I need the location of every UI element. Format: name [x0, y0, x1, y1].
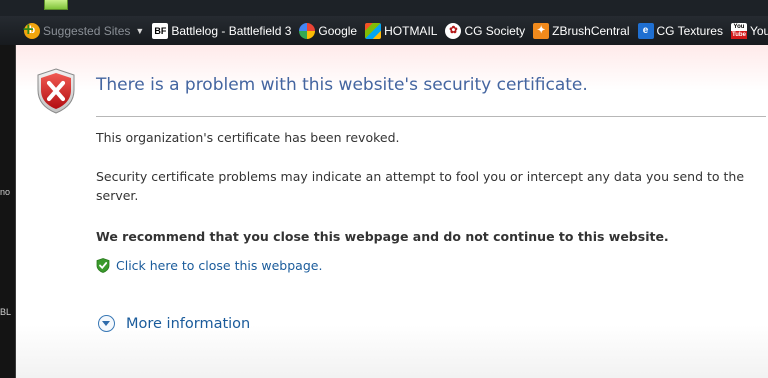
more-information-toggle[interactable]: More information — [98, 315, 250, 332]
cgsociety-icon: ✿ — [445, 22, 462, 39]
youtube-icon-top: You — [733, 23, 745, 30]
favorite-google[interactable]: Google — [299, 22, 358, 39]
google-icon — [299, 22, 316, 39]
title-divider — [96, 116, 766, 117]
close-webpage-link[interactable]: Click here to close this webpage. — [116, 258, 322, 273]
expand-chevron-icon[interactable] — [98, 315, 115, 332]
page-title: There is a problem with this website's s… — [96, 75, 588, 95]
youtube-icon: You Tube — [730, 22, 747, 39]
favorite-suggested-sites[interactable]: b Suggested Sites ▼ — [24, 22, 144, 39]
favorite-label: CG Textures — [656, 23, 723, 38]
favorite-hotmail[interactable]: HOTMAIL — [365, 22, 438, 39]
youtube-icon-bottom: Tube — [730, 30, 747, 39]
revoked-message: This organization's certificate has been… — [96, 130, 400, 145]
favorites-bar: b Suggested Sites ▼ BF Battlelog - Battl… — [0, 16, 768, 45]
favorite-label: YouTube — [749, 23, 768, 38]
recommendation-text: We recommend that you close this webpage… — [96, 229, 669, 244]
error-shield-icon — [37, 68, 75, 114]
window-top-strip — [0, 0, 768, 16]
favorite-youtube[interactable]: YouTube YouTube — [730, 22, 768, 39]
favorite-label: HOTMAIL — [384, 23, 438, 38]
battlefield-icon: BF — [152, 22, 169, 39]
left-background-strip: no BL — [0, 45, 16, 378]
more-information-link[interactable]: More information — [126, 316, 250, 332]
favorite-zbrushcentral[interactable]: ✦ ZBrushCentral — [533, 22, 630, 39]
taskbar-tab[interactable] — [44, 0, 68, 10]
zbrush-icon: ✦ — [533, 22, 550, 39]
verified-shield-icon — [96, 258, 110, 273]
favorite-battlelog[interactable]: BF Battlelog - Battlefield 3 — [152, 22, 292, 39]
certificate-error-page: There is a problem with this website's s… — [16, 45, 768, 378]
favorite-label: Suggested Sites — [43, 23, 131, 38]
left-strip-text: no — [0, 187, 11, 197]
favorite-label: Battlelog - Battlefield 3 — [171, 23, 292, 38]
favorite-label: Google — [318, 23, 358, 38]
left-strip-text: BL — [0, 307, 12, 317]
favorite-label: ZBrushCentral — [552, 23, 630, 38]
windows-icon — [365, 22, 382, 39]
close-webpage-row[interactable]: Click here to close this webpage. — [96, 258, 322, 273]
warning-message: Security certificate problems may indica… — [96, 169, 745, 203]
chevron-down-icon[interactable]: ▼ — [135, 26, 144, 36]
favorite-cg-society[interactable]: ✿ CG Society — [445, 22, 526, 39]
cgtextures-icon: e — [637, 22, 654, 39]
favorite-label: CG Society — [464, 23, 526, 38]
favorite-cg-textures[interactable]: e CG Textures — [637, 22, 723, 39]
